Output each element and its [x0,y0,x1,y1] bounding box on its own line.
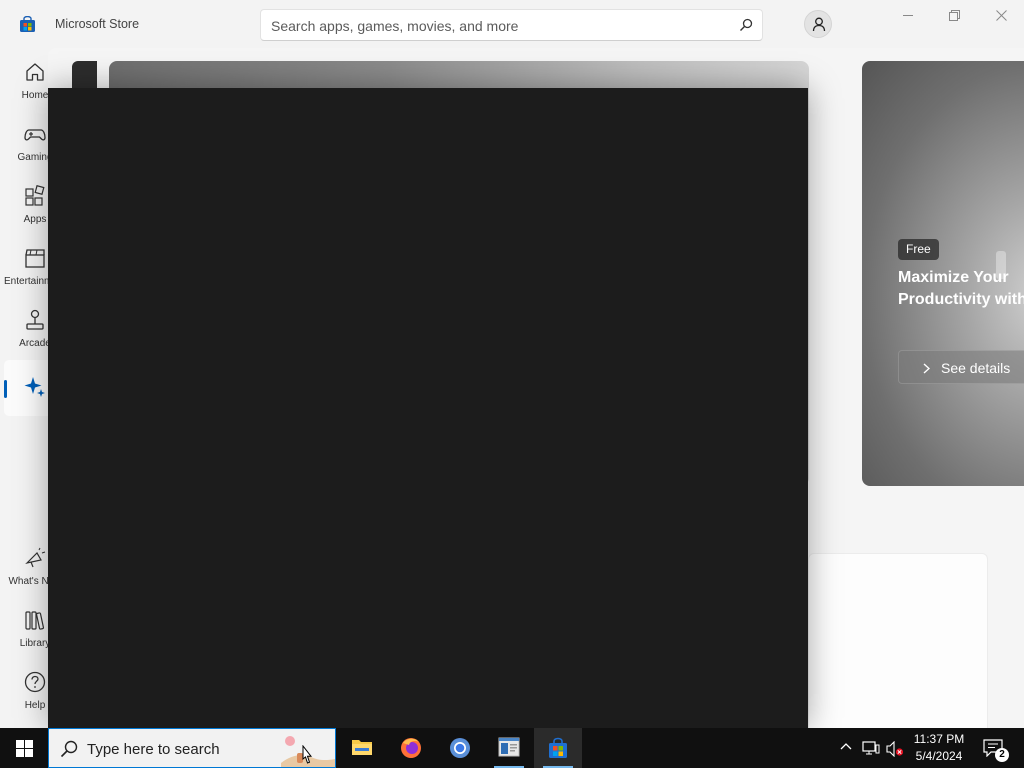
chevron-up-icon [840,743,852,750]
chevron-right-icon [923,363,930,374]
content-card[interactable] [808,553,988,728]
minimize-button[interactable] [885,0,931,32]
restore-button[interactable] [931,0,977,32]
sparkle-icon [24,377,45,397]
taskbar-search-box[interactable] [48,728,336,768]
search-icon[interactable] [739,18,753,32]
megaphone-icon [25,547,46,568]
gamepad-icon [24,129,46,141]
window-app-icon [498,737,520,757]
taskbar-window-app[interactable] [485,728,533,768]
see-details-button[interactable]: See details [898,350,1024,384]
volume-button[interactable] [884,728,906,768]
volume-muted-icon [886,741,904,757]
price-badge: Free [898,239,939,260]
account-button[interactable] [804,10,832,38]
clock-time: 11:37 PM [913,732,965,746]
close-icon [996,10,1007,21]
network-button[interactable] [860,728,882,768]
see-details-label: See details [941,360,1011,376]
network-icon [862,741,880,755]
taskbar: 11:37 PM 5/4/2024 2 [0,728,1024,768]
taskbar-microsoft-store[interactable] [534,728,582,768]
store-icon [549,737,567,758]
windows-logo-icon [16,740,33,757]
taskbar-firefox[interactable] [387,728,435,768]
title-bar: Microsoft Store [0,0,1024,48]
show-hidden-icons-button[interactable] [838,728,856,768]
chrome-icon [450,738,470,758]
promo-title-line: Productivity with [898,291,1024,308]
firefox-icon [401,738,421,758]
taskbar-file-explorer[interactable] [338,728,386,768]
active-indicator [4,380,7,398]
person-icon [812,17,826,32]
restore-icon [949,10,960,21]
minimize-icon [903,15,913,16]
joystick-icon [26,309,44,330]
taskbar-search-input[interactable] [87,739,257,759]
start-button[interactable] [0,728,48,768]
store-search-input[interactable] [271,16,721,36]
notifications-button[interactable]: 2 [978,728,1012,768]
search-icon [60,740,78,758]
taskbar-chrome[interactable] [436,728,484,768]
promo-card[interactable]: Free Maximize Your Productivity with See… [862,61,1024,486]
sidebar: Home Gaming Apps Entertainment Arcade Wh… [0,48,66,728]
clock-date: 5/4/2024 [915,749,963,763]
overlay-window[interactable] [48,88,808,728]
apps-grid-icon [25,185,45,206]
help-icon [24,671,46,693]
store-icon [20,16,35,32]
app-title: Microsoft Store [55,17,140,31]
store-search-box[interactable] [260,9,763,41]
home-icon [26,63,44,81]
carousel-handle[interactable] [996,251,1006,279]
mouse-cursor-icon [302,745,313,764]
clapperboard-icon [25,249,45,268]
close-button[interactable] [978,0,1024,32]
folder-icon [352,740,372,755]
notification-count-badge: 2 [995,748,1009,762]
library-icon [25,611,45,630]
taskbar-clock[interactable]: 11:37 PM 5/4/2024 [908,731,970,765]
